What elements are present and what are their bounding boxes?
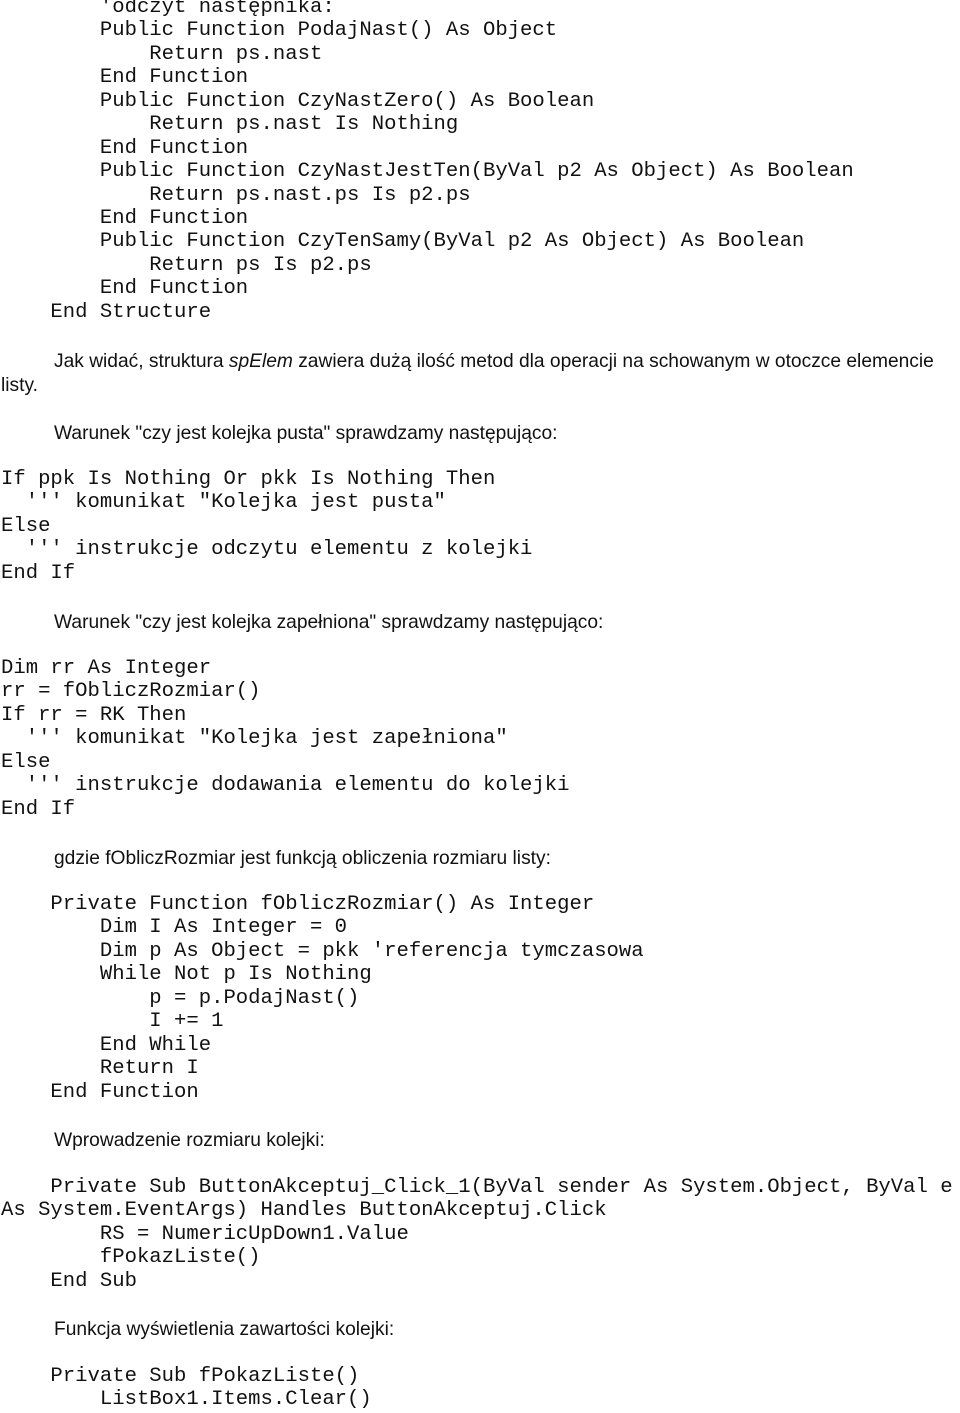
code-line: Return ps.nast.ps Is p2.ps: [1, 183, 471, 207]
paragraph-queue-size-intro: Wprowadzenie rozmiaru kolejki:: [1, 1129, 951, 1153]
code-line: Private Sub ButtonAkceptuj_Click_1(ByVal…: [1, 1176, 953, 1199]
code-line: If ppk Is Nothing Or pkk Is Nothing Then: [1, 468, 496, 491]
code-line: ''' instrukcje dodawania elementu do kol…: [1, 774, 570, 798]
code-line: If rr = RK Then: [1, 703, 187, 727]
paragraph-text: gdzie fObliczRozmiar jest funkcją oblicz…: [54, 848, 551, 869]
code-line: p = p.PodajNast(): [1, 986, 360, 1010]
paragraph-text: Wprowadzenie rozmiaru kolejki:: [54, 1130, 325, 1151]
code-line: Dim p As Object = pkk 'referencja tymcza…: [1, 939, 644, 963]
code-line: ''' komunikat "Kolejka jest zapełniona": [1, 727, 508, 751]
code-line: RS = NumericUpDown1.Value: [1, 1222, 409, 1246]
paragraph-show-list-intro: Funkcja wyświetlenia zawartości kolejki:: [1, 1318, 951, 1342]
code-line: End Function: [1, 136, 249, 160]
paragraph-text: Warunek "czy jest kolejka zapełniona" sp…: [54, 612, 604, 633]
paragraph-text: Jak widać, struktura: [54, 351, 229, 372]
code-line: rr = fObliczRozmiar(): [1, 680, 261, 704]
code-line: End While: [1, 1033, 212, 1057]
paragraph-full-check-intro: Warunek "czy jest kolejka zapełniona" sp…: [1, 611, 951, 635]
code-block-empty-check: If ppk Is Nothing Or pkk Is Nothing Then…: [1, 468, 532, 585]
emphasized-term: spElem: [228, 351, 293, 372]
paragraph-size-function-intro: gdzie fObliczRozmiar jest funkcją oblicz…: [1, 847, 951, 871]
paragraph-empty-check-intro: Warunek "czy jest kolejka pusta" sprawdz…: [1, 422, 951, 446]
code-line: Return ps.nast: [1, 42, 323, 66]
code-line: Public Function PodajNast() As Object: [1, 19, 558, 43]
code-line: Private Sub fPokazListe(): [1, 1365, 360, 1388]
code-line: Public Function CzyNastJestTen(ByVal p2 …: [1, 160, 854, 184]
code-block-full-check: Dim rr As Integer rr = fObliczRozmiar() If…: [1, 657, 569, 821]
paragraph-text: Warunek "czy jest kolejka pusta" sprawdz…: [54, 423, 558, 444]
code-line: ListBox1.Items.Clear(): [1, 1388, 372, 1412]
code-line: Return I: [1, 1057, 199, 1081]
code-line: ''' komunikat "Kolejka jest pusta": [1, 491, 446, 515]
code-line: As System.EventArgs) Handles ButtonAkcep…: [1, 1199, 607, 1223]
code-block-structure-methods: 'odczyt następnika: Public Function Poda…: [1, 0, 854, 324]
code-line: Dim rr As Integer: [1, 657, 212, 680]
paragraph-structure-description: Jak widać, struktura spElem zawiera dużą…: [1, 350, 951, 397]
code-line: End Function: [1, 277, 249, 301]
code-line: Private Function fObliczRozmiar() As Int…: [1, 893, 595, 916]
code-line: I += 1: [1, 1010, 224, 1034]
code-line: End Function: [1, 66, 249, 90]
code-line: End Structure: [1, 300, 212, 324]
code-line: End Function: [1, 206, 249, 230]
code-line: ''' instrukcje odczytu elementu z kolejk…: [1, 538, 533, 562]
code-line: End Function: [1, 1080, 199, 1104]
code-block-accept-button-handler: Private Sub ButtonAkceptuj_Click_1(ByVal…: [1, 1176, 953, 1293]
code-line: Public Function CzyNastZero() As Boolean: [1, 89, 595, 113]
code-line: End If: [1, 561, 76, 585]
code-line: Return ps.nast Is Nothing: [1, 113, 459, 137]
code-line: Return ps Is p2.ps: [1, 253, 372, 277]
code-line: End Sub: [1, 1269, 137, 1293]
code-line: 'odczyt następnika:: [1, 0, 335, 19]
paragraph-text: Funkcja wyświetlenia zawartości kolejki:: [54, 1319, 395, 1340]
code-line: Else: [1, 514, 51, 538]
code-block-show-list: Private Sub fPokazListe() ListBox1.Items…: [1, 1365, 372, 1412]
code-line: Public Function CzyTenSamy(ByVal p2 As O…: [1, 230, 805, 254]
code-line: Dim I As Integer = 0: [1, 916, 348, 940]
code-line: End If: [1, 797, 76, 821]
code-block-size-function: Private Function fObliczRozmiar() As Int…: [1, 893, 644, 1104]
code-line: fPokazListe(): [1, 1246, 261, 1270]
code-line: Else: [1, 750, 51, 774]
code-line: While Not p Is Nothing: [1, 963, 372, 987]
